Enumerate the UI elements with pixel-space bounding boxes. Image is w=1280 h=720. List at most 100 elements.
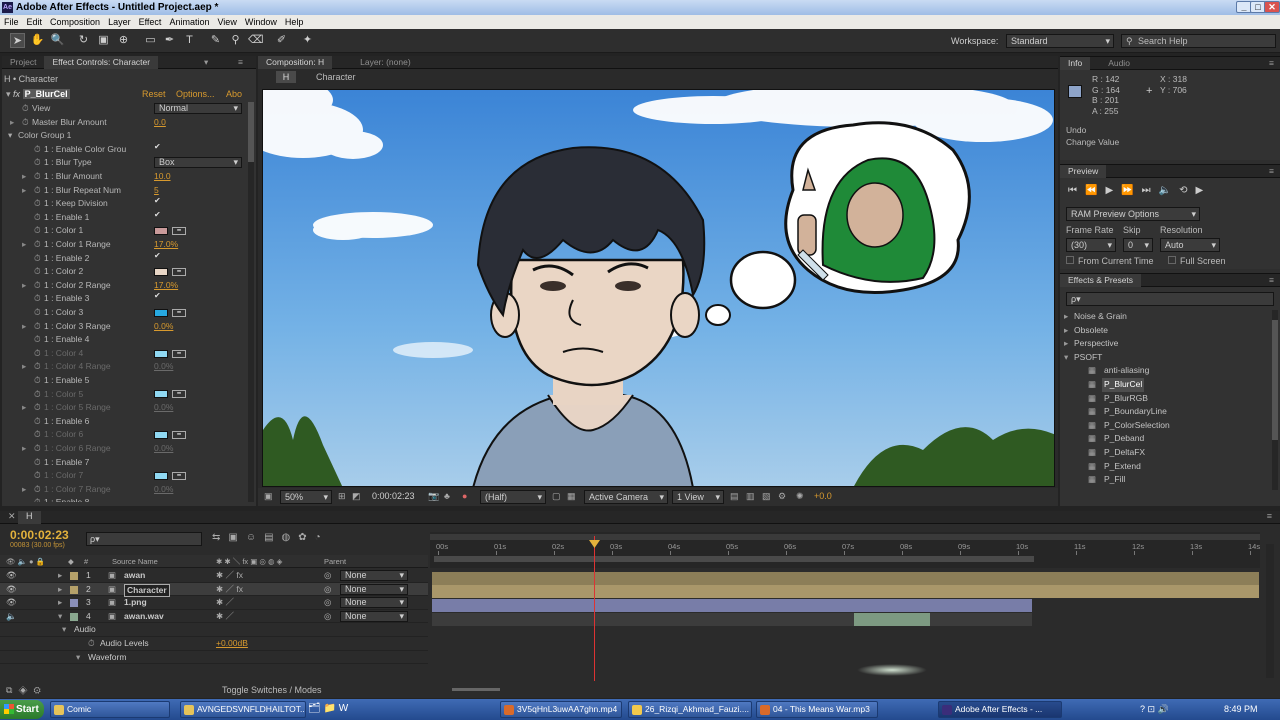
ram-preview-icon[interactable]: ▶ (1195, 185, 1211, 196)
property-value[interactable]: 17.0% (154, 279, 178, 293)
menu-animation[interactable]: Animation (165, 15, 213, 29)
stopwatch-icon[interactable]: ⏱ (34, 306, 41, 320)
effect-property-row[interactable]: ⏱ 1 : Enable 5 (8, 374, 254, 388)
track-bar-character[interactable] (432, 585, 1259, 598)
tab-preview[interactable]: Preview (1060, 165, 1107, 178)
breadcrumb-character[interactable]: Character (316, 72, 356, 82)
camera-tool-icon[interactable]: ▣ (96, 33, 111, 48)
frame-rate-select[interactable]: (30) ▾ (1066, 238, 1116, 252)
fx-icon[interactable]: fx (13, 89, 20, 99)
effects-list-item[interactable]: ▦ P_BlurRGB (1064, 392, 1270, 406)
brush-tool-icon[interactable]: ✎ (208, 33, 223, 48)
network-icon[interactable]: ⊡ (1148, 704, 1156, 714)
close-button[interactable]: ✕ (1264, 1, 1280, 13)
stopwatch-icon[interactable]: ⏱ (34, 320, 41, 334)
tab-info[interactable]: Info (1060, 57, 1091, 70)
frame-blend-icon[interactable]: ▤ (264, 532, 281, 543)
taskbar-item[interactable]: Adobe After Effects - ... (938, 701, 1062, 718)
property-select[interactable]: Normal ▾ (154, 103, 242, 114)
workspace-select[interactable]: Standard ▾ (1006, 34, 1114, 48)
label-color-swatch[interactable] (70, 599, 78, 608)
view-layout-select[interactable]: 1 View ▾ (672, 490, 724, 504)
folder-icon[interactable]: 📁 (323, 703, 335, 714)
stopwatch-icon[interactable]: ⏱ (34, 252, 41, 266)
resolution-select[interactable]: (Half) ▾ (480, 490, 546, 504)
effects-list-item[interactable]: ▸ Noise & Grain (1064, 310, 1270, 324)
property-value[interactable]: 17.0% (154, 238, 178, 252)
layer-row[interactable]: 🔈 ▾ 4 ▣ awan.wav ✱ ／ ◎ None ▾ (0, 610, 428, 624)
chevron-right-icon[interactable]: ▸ (1064, 310, 1068, 324)
property-checkbox[interactable] (154, 415, 162, 423)
property-value[interactable]: 0.0% (154, 320, 173, 334)
effect-property-row[interactable]: ⏱ 1 : Color 7 ━ (8, 469, 254, 483)
about-link[interactable]: Abo (226, 88, 242, 101)
stopwatch-icon[interactable]: ⏱ (34, 360, 41, 374)
brainstorm-icon[interactable]: ✿ (298, 532, 314, 543)
color-swatch[interactable] (154, 471, 168, 480)
taskbar-item[interactable]: 26_Rizqi_Akhmad_Fauzi.... (628, 701, 752, 718)
fast-preview-icon[interactable]: ▥ (746, 491, 755, 502)
property-value[interactable]: 0.0% (154, 360, 173, 374)
label-color-swatch[interactable] (70, 572, 78, 580)
composition-viewer[interactable] (262, 89, 1055, 487)
parent-header[interactable]: Parent (324, 555, 346, 568)
menu-edit[interactable]: Edit (23, 15, 47, 29)
effects-list-item[interactable]: ▦ P_Extend (1064, 460, 1270, 474)
layer-row[interactable]: 👁 ▸ 2 ▣ Character ✱ ／ fx ◎ None ▾ (0, 582, 428, 597)
stopwatch-icon[interactable]: ⏱ (34, 374, 41, 388)
expand-arrow-icon[interactable]: ▸ (22, 320, 26, 334)
effect-property-row[interactable]: ▸ ⏱ 1 : Blur Amount 10.0 (8, 170, 254, 184)
eyedropper-icon[interactable]: ━ (172, 349, 186, 358)
expand-arrow-icon[interactable]: ▸ (22, 170, 26, 184)
timeline-timecode[interactable]: 0:00:02:23 (10, 528, 69, 542)
flowchart-icon[interactable]: ⚙ (778, 491, 786, 502)
loop-icon[interactable]: ⟲ (1179, 185, 1195, 196)
property-value[interactable]: 5 (154, 184, 159, 198)
effect-name[interactable]: P_BlurCel (22, 89, 70, 99)
work-area-bar[interactable] (430, 534, 1260, 540)
type-tool-icon[interactable]: T (182, 33, 197, 48)
effect-property-row[interactable]: ▸ ⏱ 1 : Color 1 Range 17.0% (8, 238, 254, 252)
stopwatch-icon[interactable]: ⏱ (34, 442, 41, 456)
property-checkbox[interactable]: ✔ (154, 211, 162, 219)
property-checkbox[interactable] (154, 456, 162, 464)
current-time-indicator[interactable] (594, 536, 595, 681)
grid-icon[interactable]: ⊞ (338, 491, 346, 502)
timeline-scrollbar[interactable] (1266, 544, 1274, 678)
roi-icon[interactable]: ▢ (552, 491, 561, 502)
transparency-grid-icon[interactable]: ▦ (567, 491, 576, 502)
expand-arrow-icon[interactable]: ▸ (22, 360, 26, 374)
taskbar-item[interactable]: AVNGEDSVNFLDHAILTOT... (180, 701, 306, 718)
audio-icon[interactable]: 🔈 (1159, 185, 1179, 196)
layer-switches-icon[interactable]: ✱ ／ (216, 610, 234, 624)
stopwatch-icon[interactable]: ⏱ (34, 401, 41, 415)
prev-frame-icon[interactable]: ⏪ (1085, 185, 1105, 196)
stopwatch-icon[interactable]: ⏱ (22, 116, 29, 130)
stopwatch-icon[interactable]: ⏱ (22, 102, 29, 116)
comp-mini-flowchart-icon[interactable]: ⇆ (212, 532, 228, 543)
tab-effect-controls[interactable]: Effect Controls: Character (44, 56, 159, 69)
work-area-range[interactable] (434, 556, 1034, 562)
tab-effects-presets[interactable]: Effects & Presets (1060, 274, 1142, 287)
property-checkbox[interactable]: ✔ (154, 252, 162, 260)
effect-property-row[interactable]: ▸ ⏱ 1 : Color 6 Range 0.0% (8, 442, 254, 456)
panel-menu-icon[interactable]: ≡ (1269, 165, 1274, 178)
parent-select[interactable]: None ▾ (340, 583, 408, 595)
eyedropper-icon[interactable]: ━ (172, 431, 186, 440)
stopwatch-icon[interactable]: ⏱ (34, 170, 41, 184)
stopwatch-icon[interactable]: ⏱ (34, 156, 41, 170)
effect-property-row[interactable]: ▸ ⏱ 1 : Blur Repeat Num 5 (8, 184, 254, 198)
close-tab-icon[interactable]: ✕ (8, 511, 16, 522)
last-frame-icon[interactable]: ⏭ (1142, 185, 1159, 196)
property-checkbox[interactable]: ✔ (154, 197, 162, 205)
tab-composition[interactable]: Composition: H (258, 56, 333, 69)
stopwatch-icon[interactable]: ⏱ (34, 292, 41, 306)
menu-file[interactable]: File (0, 15, 23, 29)
menu-layer[interactable]: Layer (104, 15, 135, 29)
graph-editor-icon[interactable]: ◔ (315, 532, 329, 543)
layer-property-row[interactable]: ▾ Waveform (0, 651, 428, 665)
menu-view[interactable]: View (213, 15, 240, 29)
color-swatch[interactable] (154, 227, 168, 236)
zoom-tool-icon[interactable]: 🔍 (50, 33, 65, 48)
eyedropper-icon[interactable]: ━ (172, 308, 186, 317)
